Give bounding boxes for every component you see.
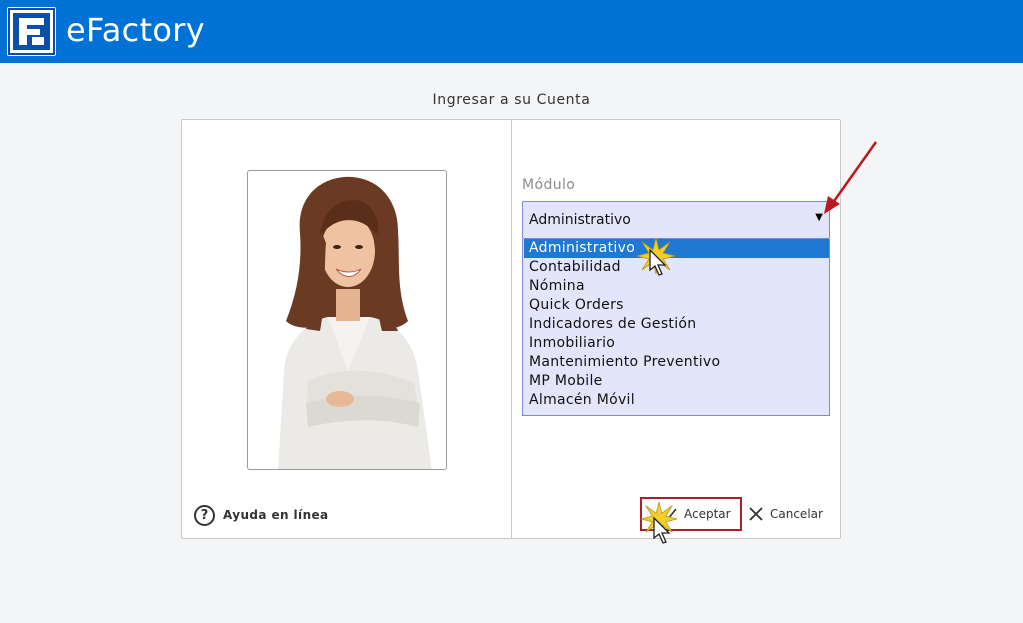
module-label: Módulo: [522, 177, 576, 193]
page-title: Ingresar a su Cuenta: [432, 92, 591, 108]
online-help-label: Ayuda en línea: [223, 508, 329, 522]
module-option[interactable]: Quick Orders: [524, 296, 829, 315]
close-icon: [749, 507, 763, 521]
app-header: eFactory: [0, 0, 1023, 63]
module-option[interactable]: Indicadores de Gestión: [524, 315, 829, 334]
cancel-button[interactable]: Cancelar: [748, 501, 823, 527]
module-dropdown-list: Administrativo Contabilidad Nómina Quick…: [522, 239, 830, 416]
module-option[interactable]: MP Mobile: [524, 372, 829, 391]
module-option[interactable]: Administrativo: [524, 239, 829, 258]
module-option[interactable]: Contabilidad: [524, 258, 829, 277]
user-photo: [247, 170, 447, 470]
module-option[interactable]: Almacén Móvil: [524, 391, 829, 410]
accept-label: Aceptar: [684, 507, 731, 521]
module-option[interactable]: Inmobiliario: [524, 334, 829, 353]
card-divider: [511, 120, 512, 538]
mouse-cursor-icon: [649, 248, 667, 276]
module-option[interactable]: Nómina: [524, 277, 829, 296]
module-select-value: Administrativo: [529, 212, 631, 228]
cancel-label: Cancelar: [770, 507, 823, 521]
efactory-logo: [7, 7, 56, 56]
annotation-arrow-icon: [824, 141, 878, 214]
module-option[interactable]: Mantenimiento Preventivo: [524, 353, 829, 372]
module-select[interactable]: Administrativo ▼: [522, 201, 830, 239]
mouse-cursor-icon: [653, 516, 671, 544]
app-title: eFactory: [66, 11, 205, 49]
online-help-link[interactable]: ? Ayuda en línea: [194, 504, 329, 526]
question-circle-icon: ?: [194, 504, 215, 526]
login-card: ? Ayuda en línea Módulo Administrativo ▼…: [181, 119, 841, 539]
